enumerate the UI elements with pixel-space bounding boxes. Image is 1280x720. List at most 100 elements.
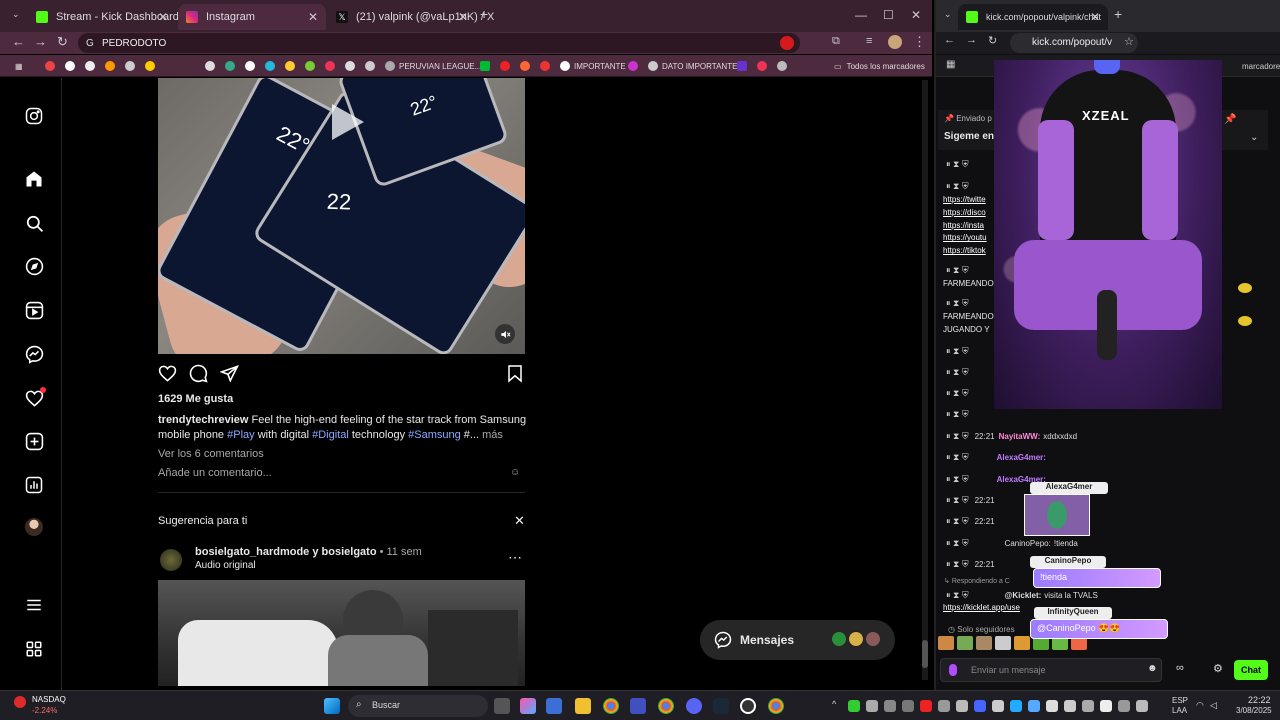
tray-icon[interactable] bbox=[848, 700, 860, 712]
reels-icon[interactable] bbox=[24, 300, 44, 320]
emote-icon[interactable] bbox=[1014, 636, 1030, 650]
app-icon[interactable] bbox=[546, 698, 562, 714]
like-button[interactable] bbox=[158, 364, 177, 388]
link[interactable]: https://tiktok bbox=[943, 245, 987, 258]
close-suggestions-icon[interactable]: ✕ bbox=[514, 513, 525, 529]
profile-avatar[interactable] bbox=[888, 35, 902, 49]
apps-grid-icon[interactable]: ▦ bbox=[946, 59, 955, 70]
copilot-icon[interactable] bbox=[520, 698, 536, 714]
post-avatar[interactable] bbox=[160, 549, 182, 571]
new-tab-icon[interactable]: + bbox=[480, 6, 488, 22]
clock-time[interactable]: 22:22 bbox=[1248, 695, 1271, 705]
tray-icon[interactable] bbox=[1082, 700, 1094, 712]
scrollbar[interactable] bbox=[922, 80, 928, 680]
hashtag-link[interactable]: #Play bbox=[227, 429, 255, 441]
tray-icon[interactable] bbox=[1010, 700, 1022, 712]
reel-video-2[interactable] bbox=[158, 580, 525, 686]
task-view-icon[interactable] bbox=[494, 698, 510, 714]
extension-badge-icon[interactable] bbox=[780, 36, 794, 50]
emoji-icon[interactable]: ☻ bbox=[1147, 663, 1158, 674]
minimize-icon[interactable]: — bbox=[855, 8, 867, 22]
chrome-icon[interactable] bbox=[768, 698, 784, 714]
bookmark-icon[interactable] bbox=[125, 60, 139, 72]
post-audio[interactable]: Audio original bbox=[195, 560, 256, 571]
menu-kebab-icon[interactable]: ⋮ bbox=[913, 34, 926, 50]
taskbar-search[interactable]: ⌕ Buscar bbox=[348, 695, 488, 717]
notifications-heart-icon[interactable] bbox=[24, 387, 46, 408]
bookmark-icon[interactable] bbox=[500, 60, 514, 72]
chrome-icon[interactable] bbox=[603, 698, 619, 714]
address-bar[interactable]: kick.com/popout/v bbox=[1010, 33, 1138, 53]
bookmark-importante[interactable]: IMPORTANTE bbox=[560, 60, 626, 72]
reload-icon[interactable]: ↻ bbox=[988, 34, 997, 47]
tray-icon[interactable] bbox=[902, 700, 914, 712]
tab-instagram[interactable]: Instagram ✕ bbox=[178, 4, 326, 30]
clock-date[interactable]: 3/08/2025 bbox=[1236, 706, 1272, 715]
bookmarks-label[interactable]: marcadores bbox=[1242, 62, 1280, 71]
back-icon[interactable]: ← bbox=[12, 34, 25, 49]
bookmark-icon[interactable] bbox=[777, 60, 791, 72]
tab-x[interactable]: 𝕏 (21) valpink (@vaLp1nK) / X ✕ bbox=[328, 4, 494, 30]
bookmark-dato-importante[interactable]: DATO IMPORTANTE bbox=[648, 60, 737, 72]
chat-input[interactable]: Enviar un mensaje ☻ bbox=[940, 658, 1162, 682]
comment-button[interactable] bbox=[189, 364, 208, 388]
home-icon[interactable] bbox=[24, 169, 44, 189]
apps-grid-icon[interactable]: ▦ bbox=[15, 60, 23, 72]
add-comment-input[interactable]: Añade un comentario... bbox=[158, 467, 272, 479]
dashboard-icon[interactable] bbox=[24, 475, 44, 495]
language-indicator[interactable]: ESP bbox=[1172, 696, 1188, 705]
tray-icon[interactable] bbox=[1046, 700, 1058, 712]
tray-icon[interactable] bbox=[920, 700, 932, 712]
obs-icon[interactable] bbox=[740, 698, 756, 714]
more-link[interactable]: más bbox=[479, 429, 503, 441]
stock-widget-icon[interactable] bbox=[14, 696, 26, 708]
emote-icon[interactable] bbox=[938, 636, 954, 650]
caption-username[interactable]: trendytechreview bbox=[158, 414, 248, 426]
link[interactable]: https://youtu bbox=[943, 232, 987, 245]
close-tab-icon[interactable]: ✕ bbox=[308, 10, 318, 24]
bookmark-icon[interactable] bbox=[305, 60, 319, 72]
bookmark-icon[interactable] bbox=[757, 60, 771, 72]
chrome-icon[interactable] bbox=[658, 698, 674, 714]
scrollbar-thumb[interactable] bbox=[922, 640, 928, 668]
create-icon[interactable] bbox=[24, 431, 44, 451]
extensions-icon[interactable]: ⧉ bbox=[832, 35, 840, 48]
maximize-icon[interactable]: ☐ bbox=[883, 8, 894, 22]
expand-icon[interactable]: ⌄ bbox=[1250, 132, 1258, 143]
messages-button[interactable]: Mensajes bbox=[700, 620, 895, 660]
bookmark-icon[interactable] bbox=[325, 60, 339, 72]
chat-username[interactable]: NayitaWW: bbox=[999, 432, 1041, 441]
chat-username[interactable]: AlexaG4mer: bbox=[997, 453, 1046, 462]
settings-gear-icon[interactable]: ⚙ bbox=[1213, 662, 1223, 675]
bookmark-icon[interactable] bbox=[737, 60, 751, 72]
emote-icon[interactable] bbox=[995, 636, 1011, 650]
back-icon[interactable]: ← bbox=[944, 34, 955, 46]
tray-icon[interactable] bbox=[1118, 700, 1130, 712]
bookmark-icon[interactable] bbox=[520, 60, 534, 72]
tray-icon[interactable] bbox=[992, 700, 1004, 712]
emoji-icon[interactable]: ☺ bbox=[510, 467, 520, 478]
play-button[interactable] bbox=[318, 96, 370, 148]
hashtag-link[interactable]: #Samsung bbox=[408, 429, 461, 441]
bookmark-icon[interactable] bbox=[345, 60, 359, 72]
tray-icon[interactable] bbox=[1100, 700, 1112, 712]
bookmark-icon[interactable] bbox=[105, 60, 119, 72]
bookmark-icon[interactable] bbox=[285, 60, 299, 72]
bookmark-icon[interactable] bbox=[85, 60, 99, 72]
profile-avatar[interactable] bbox=[24, 517, 44, 537]
address-bar[interactable]: G PEDRODOTO bbox=[78, 33, 800, 53]
tab-kick-dashboard[interactable]: Stream - Kick Dashboard ✕ bbox=[28, 4, 179, 30]
bookmark-icon[interactable] bbox=[205, 60, 219, 72]
pin-icon[interactable]: 📌 bbox=[1224, 114, 1236, 125]
app-icon[interactable] bbox=[630, 698, 646, 714]
discord-icon[interactable] bbox=[686, 698, 702, 714]
bookmark-icon[interactable] bbox=[540, 60, 554, 72]
forward-icon[interactable]: → bbox=[34, 34, 47, 49]
explore-icon[interactable] bbox=[24, 256, 44, 276]
tab-list-icon[interactable]: ⌄ bbox=[944, 9, 952, 20]
hashtag-link[interactable]: #Digital bbox=[312, 429, 349, 441]
view-comments-link[interactable]: Ver los 6 comentarios bbox=[158, 448, 264, 460]
bookmark-icon[interactable] bbox=[65, 60, 79, 72]
more-menu-icon[interactable] bbox=[24, 595, 44, 615]
tray-icon[interactable] bbox=[974, 700, 986, 712]
